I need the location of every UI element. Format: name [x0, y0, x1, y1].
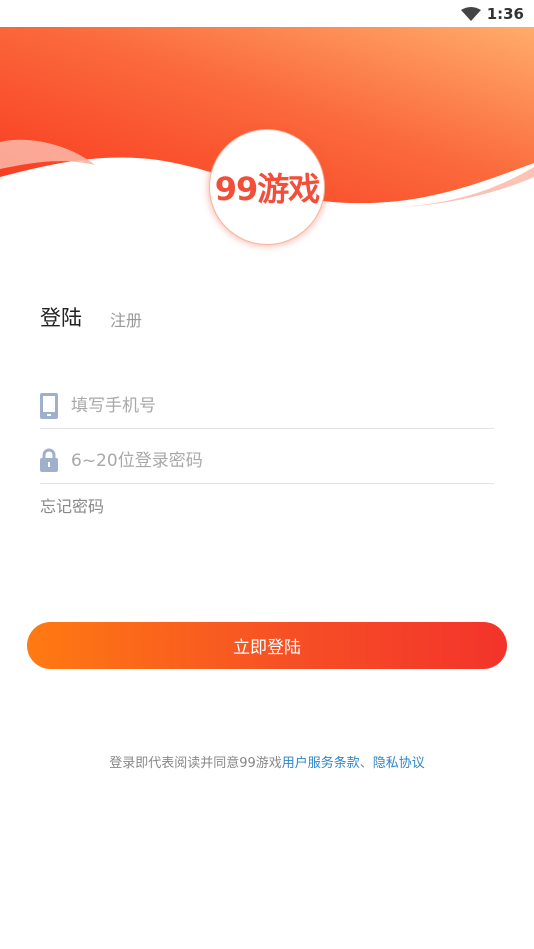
password-field-row: [40, 445, 494, 484]
forgot-password-link[interactable]: 忘记密码: [40, 493, 104, 517]
app-logo: 99游戏: [209, 129, 325, 245]
tab-register[interactable]: 注册: [110, 307, 142, 331]
terms-link[interactable]: 用户服务条款: [282, 756, 360, 771]
agreement-prefix: 登录即代表阅读并同意99游戏: [109, 756, 282, 771]
wifi-icon: [461, 7, 481, 21]
phone-field-row: [40, 390, 494, 429]
status-time: 1:36: [486, 5, 524, 23]
phone-input[interactable]: [71, 390, 471, 422]
lock-icon: [40, 448, 58, 472]
phone-icon: [40, 393, 58, 419]
password-input[interactable]: [71, 445, 471, 477]
app-logo-text: 99游戏: [214, 170, 321, 208]
login-button[interactable]: 立即登陆: [27, 622, 507, 669]
tab-login[interactable]: 登陆: [40, 302, 82, 332]
status-bar: 1:36: [0, 0, 534, 27]
privacy-link[interactable]: 隐私协议: [373, 756, 425, 771]
agreement-text: 登录即代表阅读并同意99游戏用户服务条款、隐私协议: [0, 752, 534, 771]
agreement-separator: 、: [359, 756, 373, 771]
